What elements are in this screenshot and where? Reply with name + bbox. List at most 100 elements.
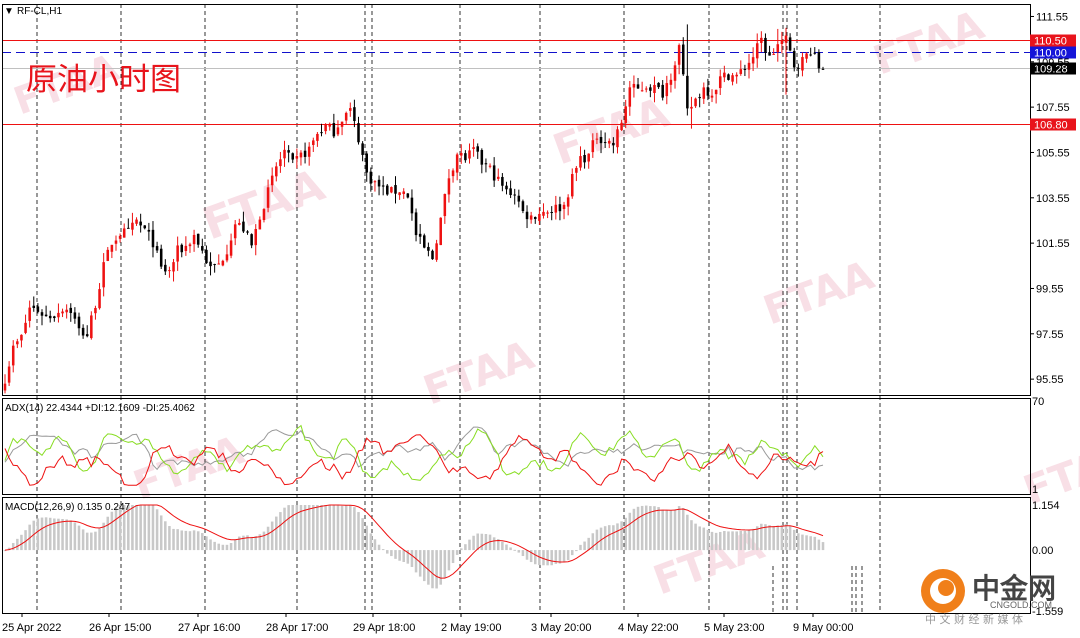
macd-bar <box>443 550 447 579</box>
macd-bar <box>698 526 701 551</box>
macd-bar <box>706 529 710 551</box>
macd-bar <box>546 550 549 566</box>
candle-body <box>640 90 644 92</box>
candle-body <box>525 211 529 220</box>
macd-bar <box>714 532 718 551</box>
price-tick-label: 109.55 <box>1036 57 1070 69</box>
macd-bar <box>817 539 821 551</box>
macd-bar <box>217 543 221 551</box>
macd-bar <box>521 550 525 557</box>
macd-bar <box>332 505 336 551</box>
macd-bar <box>583 541 586 551</box>
macd-bar <box>312 505 315 551</box>
candle-body <box>291 153 295 160</box>
macd-bar <box>316 505 319 551</box>
macd-bar <box>40 517 44 551</box>
candle-body <box>205 249 208 264</box>
macd-bar <box>143 505 147 551</box>
macd-bar <box>509 547 512 551</box>
macd-bar <box>131 505 134 551</box>
macd-bar <box>484 534 488 551</box>
candle-body <box>751 57 755 64</box>
price-level-tag-text: 106.80 <box>1034 120 1068 132</box>
candle-body <box>118 235 122 239</box>
candle-body <box>484 163 488 165</box>
macd-bar <box>349 505 352 551</box>
candle-body <box>587 153 590 162</box>
candle-body <box>809 54 812 56</box>
macd-bar <box>369 533 373 551</box>
macd-bar <box>435 550 438 589</box>
candle-body <box>365 153 368 173</box>
macd-bar <box>98 528 101 551</box>
candle-body <box>81 327 85 336</box>
candle-body <box>788 37 792 51</box>
candle-body <box>299 152 303 158</box>
candle-body <box>233 224 237 239</box>
adx-tick-label: 70 <box>1032 396 1044 408</box>
macd-bar <box>303 505 307 551</box>
macd-bar <box>365 525 368 551</box>
candle-body <box>73 312 77 319</box>
time-tick-label: 27 Apr 16:00 <box>178 622 240 634</box>
candle-body <box>501 176 504 186</box>
macd-bar <box>665 510 669 551</box>
symbol-label: RF-CL,H1 <box>17 6 62 17</box>
macd-bar <box>155 509 159 551</box>
macd-bar <box>205 536 208 551</box>
candle-body <box>65 309 68 313</box>
candle-body <box>529 215 533 220</box>
macd-bar <box>669 510 673 551</box>
candle-body <box>451 170 455 177</box>
candle-body <box>192 234 196 245</box>
macd-bar <box>57 518 60 551</box>
candle-body <box>270 175 274 186</box>
macd-bar <box>731 531 734 551</box>
macd-bar <box>287 505 290 551</box>
candle-body <box>464 153 467 161</box>
candle-body <box>28 307 31 321</box>
candle-body <box>369 171 373 184</box>
macd-bar <box>821 542 825 551</box>
candle-body <box>607 140 611 144</box>
macd-bar <box>694 523 697 551</box>
candle-body <box>558 204 562 212</box>
candle-body <box>472 147 475 149</box>
macd-bar <box>439 550 442 585</box>
candle-body <box>336 127 340 135</box>
candle-body <box>69 307 73 314</box>
candle-body <box>48 315 52 319</box>
macd-bar <box>221 544 225 551</box>
candle-body <box>414 212 418 236</box>
candle-body <box>32 305 36 308</box>
candle-body <box>122 228 126 238</box>
macd-bar <box>661 509 664 551</box>
macd-bar <box>562 550 566 563</box>
macd-bar <box>410 550 414 567</box>
macd-bar <box>295 505 299 551</box>
macd-bar <box>636 506 640 551</box>
candle-body <box>24 322 27 333</box>
macd-bar <box>381 549 385 551</box>
candle-body <box>566 197 570 207</box>
candle-body <box>505 185 508 190</box>
candle-body <box>209 261 212 267</box>
candle-body <box>16 341 19 345</box>
candle-body <box>98 289 101 309</box>
macd-bar <box>739 530 743 551</box>
macd-bar <box>164 521 167 551</box>
candle-body <box>447 178 451 195</box>
macd-bar <box>468 539 471 551</box>
macd-bar <box>320 505 323 551</box>
macd-tick-label: 1.154 <box>1032 500 1060 512</box>
candle-body <box>603 142 607 144</box>
symbol-dropdown-icon[interactable]: ▼ <box>4 6 14 17</box>
candle-body <box>20 334 23 341</box>
macd-bar <box>460 548 463 551</box>
macd-bar <box>16 538 19 551</box>
macd-bar <box>188 531 192 551</box>
macd-bar <box>735 531 738 551</box>
macd-bar <box>114 507 118 551</box>
macd-bar <box>77 525 81 551</box>
candle-body <box>784 35 788 43</box>
